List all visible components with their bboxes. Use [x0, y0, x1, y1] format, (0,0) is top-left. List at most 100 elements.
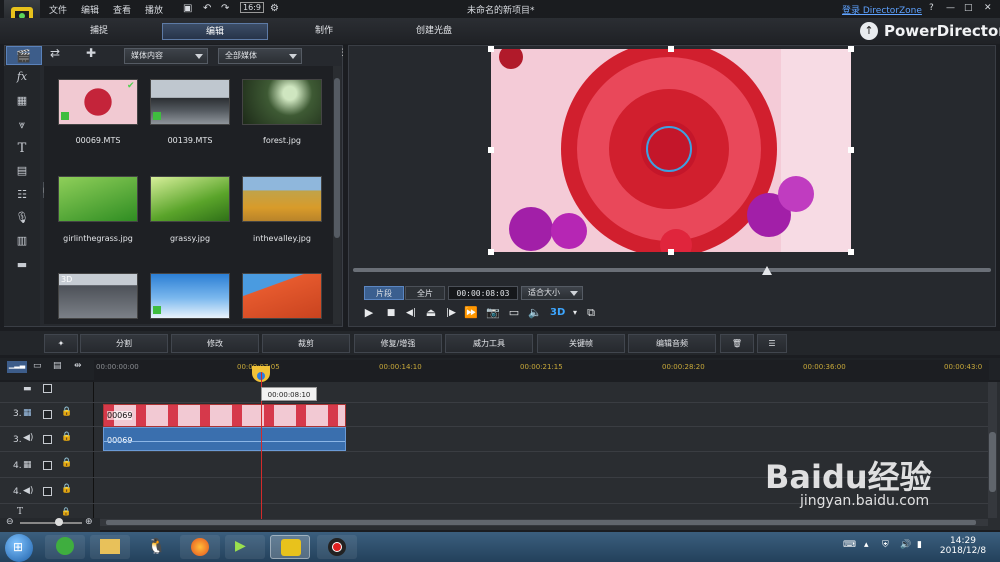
magic-tools-button[interactable]: ✦: [44, 334, 78, 353]
fix-enhance-button[interactable]: 修复/增强: [354, 334, 442, 353]
media-thumb-sky[interactable]: [150, 273, 230, 319]
redo-icon[interactable]: ↷: [221, 3, 229, 14]
resize-handle[interactable]: [488, 147, 494, 153]
resize-handle[interactable]: [848, 249, 854, 255]
media-thumb-grassy[interactable]: [150, 176, 230, 222]
video-clip[interactable]: 00069: [103, 404, 346, 427]
more-features-button[interactable]: ☰: [757, 334, 787, 353]
help-button[interactable]: ?: [929, 3, 934, 13]
keyframe-button[interactable]: 关键帧: [537, 334, 625, 353]
menu-view[interactable]: 查看: [113, 3, 131, 16]
fast-forward-icon[interactable]: ⏩: [464, 306, 478, 320]
previous-frame-icon[interactable]: ◀|: [404, 306, 418, 320]
trim-button[interactable]: 裁剪: [262, 334, 350, 353]
import-media-icon[interactable]: ⇄: [50, 46, 60, 60]
resize-handle[interactable]: [488, 249, 494, 255]
lock-icon[interactable]: 🔒: [61, 458, 72, 468]
track-enable-checkbox[interactable]: [43, 435, 52, 444]
track-enable-checkbox[interactable]: [43, 410, 52, 419]
tab-edit[interactable]: 编辑: [162, 23, 268, 40]
subtitle-room-icon[interactable]: ▬: [13, 258, 31, 274]
resize-handle[interactable]: [488, 46, 494, 52]
edit-audio-button[interactable]: 编辑音频: [628, 334, 716, 353]
media-room-tab[interactable]: 🎬: [6, 46, 42, 65]
clip-mode-button[interactable]: 片段: [364, 286, 404, 300]
minimize-button[interactable]: —: [946, 3, 955, 13]
media-content-dropdown[interactable]: 媒体内容: [124, 48, 208, 64]
taskbar-app-powerdirector[interactable]: [270, 535, 310, 559]
media-thumb-girlinthegrass[interactable]: [58, 176, 138, 222]
media-thumb-inthevalley[interactable]: [242, 176, 322, 222]
more-options-icon[interactable]: ⋮: [338, 48, 347, 58]
3d-toggle-button[interactable]: 3D: [550, 306, 565, 320]
audio-clip[interactable]: 00069: [103, 427, 346, 451]
media-thumb-00139[interactable]: [150, 79, 230, 125]
storyboard-view-icon[interactable]: ▭: [33, 361, 42, 371]
media-thumb-umbrella[interactable]: [242, 273, 322, 319]
movie-mode-button[interactable]: 全片: [405, 286, 445, 300]
zoom-in-icon[interactable]: ⊕: [85, 517, 93, 527]
3d-options-chevron-icon[interactable]: ▾: [568, 306, 582, 320]
tab-capture[interactable]: 捕捉: [60, 23, 138, 40]
external-display-icon[interactable]: ▭: [507, 306, 521, 320]
delete-button[interactable]: 🗑: [720, 334, 754, 353]
library-scrollbar[interactable]: [333, 66, 341, 324]
title-room-icon[interactable]: T: [13, 141, 31, 157]
lock-icon[interactable]: 🔒: [61, 484, 72, 494]
media-thumb-motorcycles[interactable]: 3D: [58, 273, 138, 319]
undock-preview-icon[interactable]: ⧉: [584, 306, 598, 320]
fx-room-icon[interactable]: fx: [13, 70, 31, 86]
tray-volume-icon[interactable]: 🔊: [900, 540, 911, 550]
split-clip-icon[interactable]: ⏏: [424, 306, 438, 320]
menu-file[interactable]: 文件: [49, 3, 67, 16]
track-enable-checkbox[interactable]: [43, 461, 52, 470]
tab-produce[interactable]: 制作: [285, 23, 363, 40]
timeline-horizontal-scrollbar[interactable]: [100, 519, 988, 526]
all-media-dropdown[interactable]: 全部媒体: [218, 48, 302, 64]
audio-mixing-icon[interactable]: ☷: [13, 188, 31, 204]
settings-gear-icon[interactable]: ⚙: [270, 3, 279, 14]
timeline-view-icon[interactable]: ▁▂▃: [7, 361, 27, 373]
tray-security-icon[interactable]: ⛨: [882, 540, 889, 550]
menu-play[interactable]: 播放: [145, 3, 163, 16]
login-directorzone-link[interactable]: 登录 DirectorZone: [842, 3, 922, 16]
zoom-slider[interactable]: [20, 522, 82, 524]
snapshot-camera-icon[interactable]: 📷: [486, 306, 500, 320]
start-button[interactable]: ⊞: [5, 534, 33, 562]
lock-icon[interactable]: 🔒: [61, 432, 72, 442]
tray-chevron-icon[interactable]: ▴: [864, 540, 869, 550]
taskbar-app-firefox[interactable]: [180, 535, 220, 559]
maximize-button[interactable]: □: [964, 3, 973, 13]
tray-keyboard-icon[interactable]: ⌨: [843, 540, 856, 550]
media-thumb-forest[interactable]: [242, 79, 322, 125]
next-frame-icon[interactable]: |▶: [444, 306, 458, 320]
track-manager-icon[interactable]: ▤: [53, 361, 62, 371]
preview-scrubber-track[interactable]: [353, 268, 991, 272]
transition-room-icon[interactable]: ▤: [13, 164, 31, 180]
tray-network-icon[interactable]: ▮: [917, 540, 922, 550]
zoom-out-icon[interactable]: ⊖: [6, 517, 14, 527]
taskbar-app-qq[interactable]: 🐧: [135, 535, 175, 559]
undo-icon[interactable]: ↶: [203, 3, 211, 14]
modify-button[interactable]: 修改: [171, 334, 259, 353]
timeline-vertical-scrollbar[interactable]: [988, 382, 997, 518]
zoom-fit-dropdown[interactable]: 适合大小: [521, 286, 583, 300]
pip-objects-icon[interactable]: ▦: [13, 94, 31, 110]
tab-create-disc[interactable]: 创建光盘: [395, 23, 473, 40]
timecode-display[interactable]: 00:00:08:03: [448, 286, 518, 300]
volume-icon[interactable]: 🔈: [528, 306, 542, 320]
save-icon[interactable]: ▣: [183, 3, 192, 14]
lock-icon[interactable]: 🔒: [61, 507, 71, 516]
close-button[interactable]: ✕: [984, 3, 992, 13]
track-enable-checkbox[interactable]: [43, 384, 52, 393]
taskbar-app-recorder[interactable]: [317, 535, 357, 559]
resize-handle[interactable]: [668, 46, 674, 52]
power-tools-button[interactable]: 威力工具: [445, 334, 533, 353]
stop-icon[interactable]: ■: [384, 306, 398, 320]
resize-handle[interactable]: [848, 46, 854, 52]
lock-icon[interactable]: 🔒: [61, 407, 72, 417]
taskbar-app-media[interactable]: ▶: [225, 535, 265, 559]
fit-timeline-icon[interactable]: ⇹: [74, 361, 82, 371]
split-button[interactable]: 分割: [80, 334, 168, 353]
chapter-room-icon[interactable]: ▥: [13, 234, 31, 250]
